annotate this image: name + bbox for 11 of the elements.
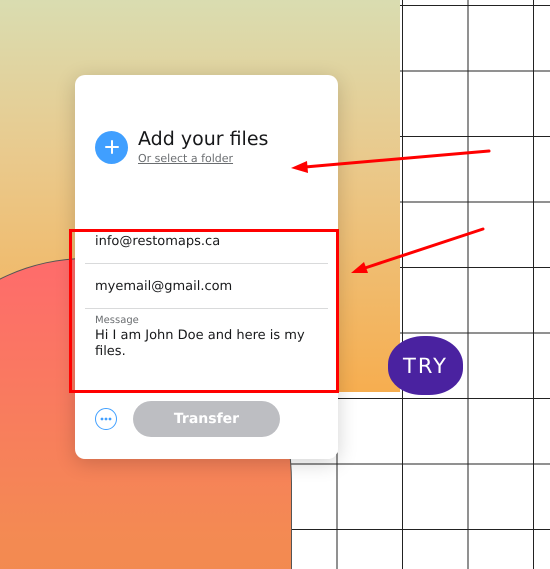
add-files-button[interactable] xyxy=(95,130,128,164)
email-field[interactable]: myemail@gmail.com xyxy=(85,264,328,310)
more-options-button[interactable] xyxy=(95,408,117,430)
message-field[interactable]: Message Hi I am John Doe and here is my files. xyxy=(85,309,328,388)
upload-title: Add your files xyxy=(138,128,268,150)
more-icon xyxy=(100,417,112,422)
field-label: Message xyxy=(95,315,140,326)
message-text: Hi I am John Doe and here is my files. xyxy=(95,328,306,360)
email-field[interactable]: info@restomaps.ca xyxy=(85,219,328,264)
plus-icon xyxy=(104,140,118,154)
select-folder-link[interactable]: Or select a folder xyxy=(138,152,268,165)
